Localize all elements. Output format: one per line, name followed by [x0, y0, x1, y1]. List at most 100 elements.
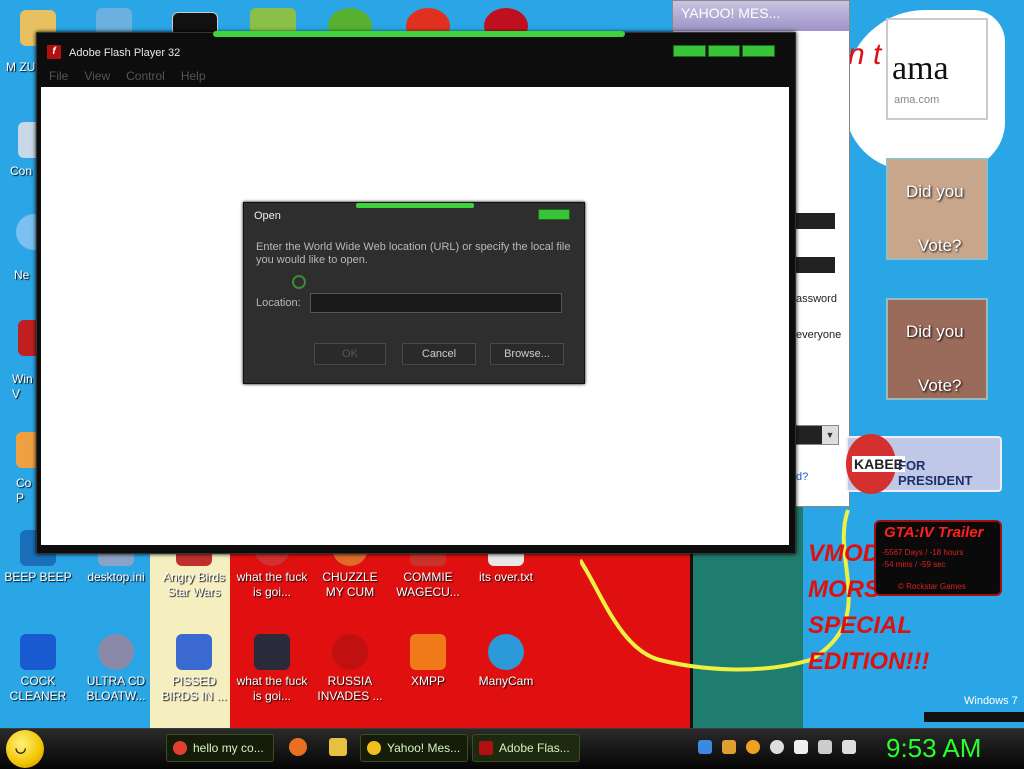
- desktop-icon-label: RUSSIA INVADES ...: [317, 674, 383, 703]
- dialog-accent-bar: [356, 203, 474, 208]
- amazon-url: ama.com: [894, 94, 940, 106]
- tray-icon[interactable]: [722, 740, 736, 754]
- folder-icon[interactable]: [329, 738, 347, 756]
- yahoo-password-label: assword: [796, 293, 837, 305]
- cd-icon: [98, 634, 134, 670]
- desktop-icon-label: Angry Birds Star Wars: [162, 570, 226, 599]
- huckabee-suffix: FOR PRESIDENT: [898, 458, 973, 488]
- window-title: Adobe Flash Player 32: [69, 47, 181, 59]
- tray-icon[interactable]: [770, 740, 784, 754]
- watermark-bar: [924, 712, 1024, 722]
- desktop-icon-label: ManyCam: [478, 674, 534, 688]
- desktop-icon-xmpp[interactable]: XMPP: [390, 634, 466, 689]
- volume-icon[interactable]: [842, 740, 856, 754]
- location-label: Location:: [256, 297, 301, 309]
- yahoo-status-dropdown[interactable]: ▼: [793, 425, 839, 445]
- gta-line2: -54 mins / -59 sec: [882, 560, 946, 569]
- desktop-icon-manycam[interactable]: ManyCam: [468, 634, 544, 689]
- radiation-icon: [332, 634, 368, 670]
- desktop-icon-label: what the fuck is goi...: [236, 674, 308, 703]
- desktop-icon-label: COMMIE WAGECU...: [396, 570, 460, 599]
- cleaner-icon: [20, 634, 56, 670]
- taskbar-button-label: Adobe Flas...: [499, 741, 570, 755]
- ok-button[interactable]: OK: [314, 343, 386, 365]
- close-button[interactable]: [538, 209, 570, 220]
- gta-line3: © Rockstar Games: [898, 582, 966, 591]
- smiley-icon: ◡: [15, 740, 27, 755]
- amazon-gadget[interactable]: ama ama.com: [886, 18, 988, 120]
- desktop-icon-label: ULTRA CD BLOATW...: [86, 674, 146, 703]
- yahoo-everyone-label: everyone: [796, 329, 842, 341]
- desktop-icon-label: XMPP: [410, 674, 445, 688]
- yahoo-help-link[interactable]: d?: [796, 471, 808, 483]
- yahoo-smiley-icon: [367, 741, 381, 755]
- menu-view[interactable]: View: [84, 69, 110, 83]
- desktop-icon-angry-birds-space[interactable]: what the fuck is goi...: [234, 634, 310, 704]
- display-icon[interactable]: [818, 740, 832, 754]
- window-controls[interactable]: [673, 45, 776, 57]
- desktop-icon-label: CHUZZLE MY CUM: [322, 570, 378, 599]
- taskbar-button-chrome[interactable]: hello my co...: [166, 734, 274, 762]
- yahoo-title: YAHOO! MES...: [673, 1, 849, 31]
- taskbar-button-label: Yahoo! Mes...: [387, 741, 461, 755]
- vote-line1: Did you: [906, 322, 964, 341]
- menu-bar: File View Control Help: [49, 69, 206, 83]
- desktop-icon-label[interactable]: Con: [10, 164, 32, 179]
- cursor-icon: [292, 275, 306, 289]
- cancel-button[interactable]: Cancel: [402, 343, 476, 365]
- network-tray-icon[interactable]: [698, 740, 712, 754]
- xampp-icon: [410, 634, 446, 670]
- wallpaper-banner-text: n t: [848, 38, 882, 71]
- angry-birds-icon: [176, 634, 212, 670]
- desktop-icon-label: PISSED BIRDS IN ...: [161, 674, 227, 703]
- huckabee-gadget[interactable]: KABEE FOR PRESIDENT: [846, 434, 1002, 494]
- chrome-icon: [173, 741, 187, 755]
- flash-icon: [479, 741, 493, 755]
- minimize-button[interactable]: [673, 45, 706, 57]
- gta-countdown-gadget[interactable]: GTA:IV Trailer -5567 Days / -18 hours -5…: [874, 520, 1002, 596]
- taskbar-button-flash[interactable]: Adobe Flas...: [472, 734, 580, 762]
- menu-file[interactable]: File: [49, 69, 68, 83]
- maximize-button[interactable]: [707, 45, 741, 57]
- taskbar-button-yahoo[interactable]: Yahoo! Mes...: [360, 734, 468, 762]
- flash-icon: f: [47, 45, 61, 59]
- browse-button[interactable]: Browse...: [490, 343, 564, 365]
- vote-line2: Vote?: [918, 236, 962, 255]
- gta-title: GTA:IV Trailer: [884, 524, 984, 541]
- dialog-prompt: Enter the World Wide Web location (URL) …: [256, 241, 571, 266]
- dialog-title: Open: [254, 210, 281, 222]
- desktop-icon-label: desktop.ini: [87, 570, 145, 584]
- open-dialog[interactable]: Open Enter the World Wide Web location (…: [243, 202, 585, 384]
- desktop-icon-pissed-birds[interactable]: PISSED BIRDS IN ...: [156, 634, 232, 704]
- windows7-watermark: Windows 7: [964, 695, 1018, 707]
- desktop-icon-label[interactable]: Ne: [14, 268, 29, 283]
- desktop-icon-russia[interactable]: RUSSIA INVADES ...: [312, 634, 388, 704]
- yahoo-password-field[interactable]: [793, 257, 835, 273]
- manycam-icon: [488, 634, 524, 670]
- vote-line2: Vote?: [918, 376, 962, 395]
- close-button[interactable]: [742, 45, 776, 57]
- action-center-icon[interactable]: [794, 740, 808, 754]
- location-input[interactable]: [310, 293, 562, 313]
- desktop-icon-label: COCK CLEANER: [9, 674, 67, 703]
- desktop-icon-label: what the fuck is goi...: [236, 570, 308, 599]
- menu-control[interactable]: Control: [126, 69, 165, 83]
- vote-gadget-clinton[interactable]: Did you Vote?: [886, 298, 988, 400]
- search-icon[interactable]: [746, 740, 760, 754]
- desktop-icon-label: its over.txt: [478, 570, 534, 584]
- taskbar-clock[interactable]: 9:53 AM: [886, 733, 981, 764]
- vote-gadget-mccain[interactable]: Did you Vote?: [886, 158, 988, 260]
- desktop-icon-ultra-cd[interactable]: ULTRA CD BLOATW...: [78, 634, 154, 704]
- desktop-icon-label[interactable]: Co P: [16, 476, 38, 506]
- firefox-icon[interactable]: [289, 738, 307, 756]
- menu-help[interactable]: Help: [181, 69, 206, 83]
- desktop-icon-cock-cleaner[interactable]: COCK CLEANER: [0, 634, 76, 704]
- vote-line1: Did you: [906, 182, 964, 201]
- gta-line1: -5567 Days / -18 hours: [882, 548, 964, 557]
- taskbar-button-label: hello my co...: [193, 741, 264, 755]
- yahoo-username-field[interactable]: [793, 213, 835, 229]
- window-accent-bar: [213, 31, 625, 37]
- chevron-down-icon: ▼: [822, 426, 838, 444]
- angry-birds-space-icon: [254, 634, 290, 670]
- amazon-logo-text: ama: [892, 50, 949, 87]
